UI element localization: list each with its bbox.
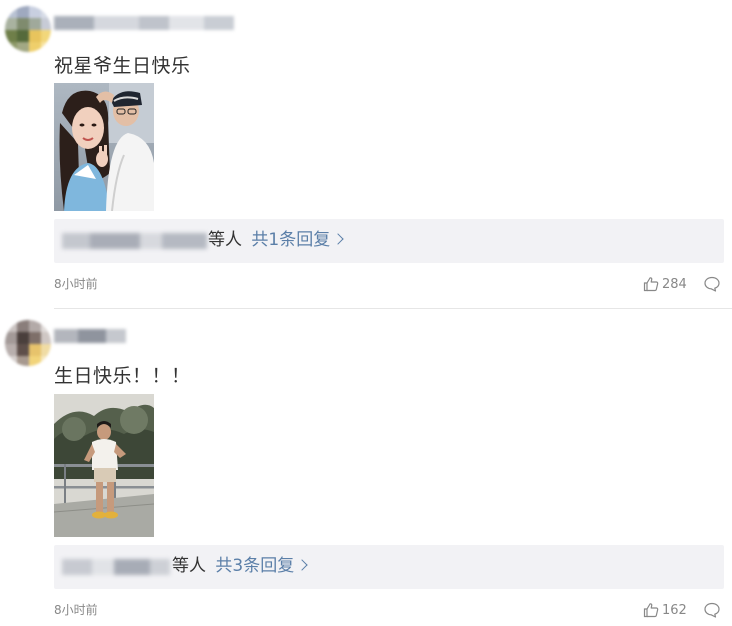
reply-suffix: 等人 (208, 230, 242, 250)
reply-preview[interactable]: 等人 共1条回复 (54, 219, 724, 263)
avatar[interactable] (5, 320, 51, 366)
reply-usernames[interactable] (62, 233, 207, 249)
like-button[interactable]: 162 (643, 601, 687, 619)
like-button[interactable]: 284 (643, 275, 687, 293)
photo-selfie-image (54, 83, 154, 211)
like-count: 162 (662, 602, 687, 618)
username[interactable] (54, 16, 234, 30)
reply-summary: 等人 共1条回复 (208, 229, 344, 251)
comment-photo[interactable] (54, 394, 154, 537)
thumbs-up-icon (643, 277, 659, 292)
avatar[interactable] (5, 6, 51, 52)
comment-item: 祝星爷生日快乐 等人 共1条回复 8小时前 284 (0, 0, 732, 305)
chevron-right-icon (296, 559, 308, 571)
comment-text: 生日快乐！！！ (54, 365, 191, 387)
reply-preview[interactable]: 等人 共3条回复 (54, 545, 724, 589)
comment-text: 祝星爷生日快乐 (54, 55, 191, 77)
thumbs-up-icon (643, 603, 659, 618)
username[interactable] (54, 329, 126, 343)
comment-bubble-icon[interactable] (703, 275, 721, 293)
reply-usernames[interactable] (62, 559, 170, 575)
reply-summary: 等人 共3条回复 (172, 555, 308, 577)
view-replies-link[interactable]: 共3条回复 (215, 556, 294, 576)
comment-timestamp: 8小时前 (54, 277, 98, 291)
photo-outdoor-image (54, 394, 154, 537)
comment-divider (54, 308, 732, 309)
view-replies-link[interactable]: 共1条回复 (251, 230, 330, 250)
like-count: 284 (662, 276, 687, 292)
comment-item: 生日快乐！！！ 等人 共3条回复 8小时前 162 (0, 312, 732, 626)
comment-bubble-icon[interactable] (703, 601, 721, 619)
comment-photo[interactable] (54, 83, 154, 211)
chevron-right-icon (332, 233, 344, 245)
comment-timestamp: 8小时前 (54, 603, 98, 617)
reply-suffix: 等人 (172, 556, 206, 576)
